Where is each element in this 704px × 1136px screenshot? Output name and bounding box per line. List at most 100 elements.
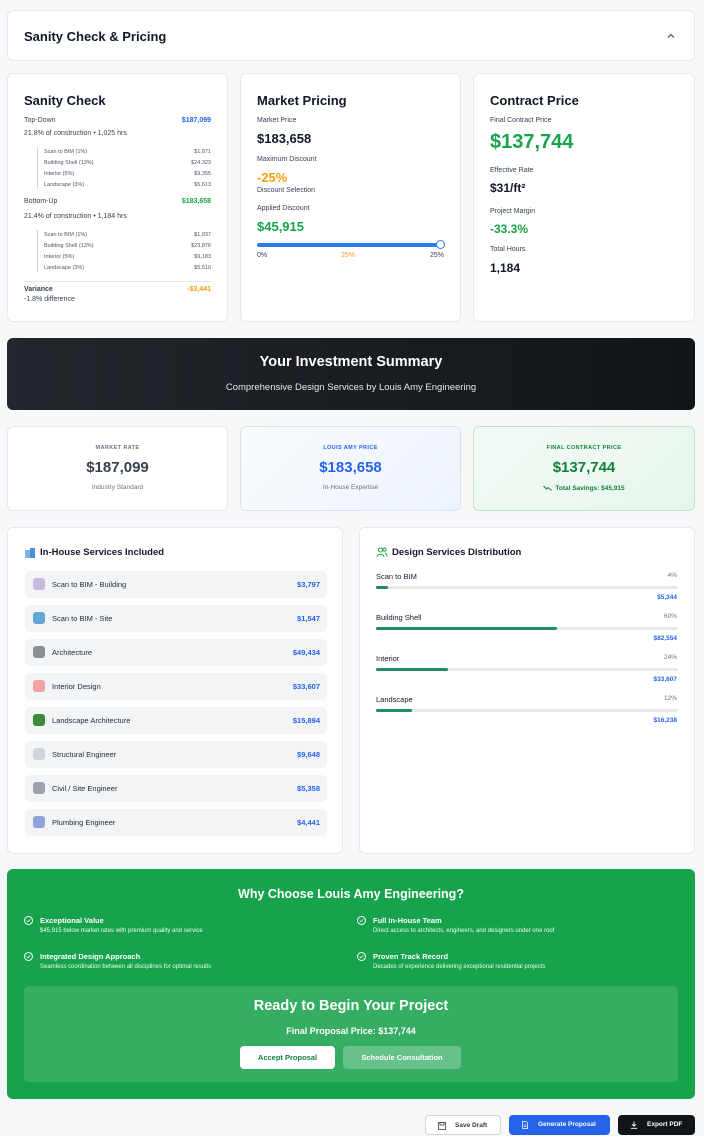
service-name: Plumbing Engineer	[52, 818, 116, 827]
effective-rate-label: Effective Rate	[490, 167, 534, 174]
service-row: Plumbing Engineer $4,441	[25, 809, 327, 836]
accept-proposal-button[interactable]: Accept Proposal	[240, 1046, 335, 1069]
top-down-value: $187,099	[181, 117, 211, 124]
check-circle-icon	[357, 916, 366, 925]
market-rate-sub: Industry Standard	[91, 484, 144, 491]
distribution-name: Building Shell	[376, 613, 422, 622]
distribution-bar	[376, 586, 389, 589]
pipe-icon	[33, 816, 45, 828]
bottom-up-label: Bottom-Up	[24, 198, 58, 205]
distribution-pct: 4%	[667, 572, 677, 579]
td-item-name: Building Shell (13%)	[44, 160, 94, 166]
applied-discount-value: $45,915	[257, 219, 304, 234]
bu-item-value: $23,876	[191, 243, 211, 249]
service-price: $49,434	[292, 648, 320, 657]
td-item-value: $1,871	[194, 149, 211, 155]
generate-proposal-button[interactable]: Generate Proposal	[509, 1115, 610, 1135]
bone-icon	[33, 748, 45, 760]
feature-title: Exceptional Value	[40, 916, 104, 925]
final-contract-price-value: $137,744	[552, 459, 616, 476]
banner-subtitle: Comprehensive Design Services by Louis A…	[225, 382, 477, 393]
td-item-name: Interior (5%)	[44, 171, 75, 177]
classical-building-icon	[33, 646, 45, 658]
market-price-value: $183,658	[257, 131, 312, 146]
bu-item-name: Scan to BIM (1%)	[44, 232, 88, 238]
variance-value: -$3,441	[187, 286, 211, 293]
service-row: Civil / Site Engineer $5,358	[25, 775, 327, 802]
market-pricing-card: Market Pricing Market Price $183,658 Max…	[240, 73, 461, 322]
market-pricing-title: Market Pricing	[257, 93, 347, 108]
check-circle-icon	[24, 916, 33, 925]
distribution-amount: $5,344	[657, 594, 677, 601]
document-icon	[522, 1121, 528, 1129]
slider-mid-label: 25%	[341, 252, 356, 259]
final-contract-label: Final Contract Price	[490, 117, 552, 124]
service-name: Structural Engineer	[52, 750, 117, 759]
slider-thumb[interactable]	[436, 240, 445, 249]
bu-item-value: $1,837	[194, 232, 211, 238]
final-contract-value: $137,744	[490, 131, 574, 153]
discount-slider[interactable]	[257, 240, 445, 249]
service-price: $33,607	[292, 682, 320, 691]
users-icon	[376, 547, 388, 558]
feature-desc: Seamless coordination between all discip…	[40, 964, 212, 970]
market-rate-label: MARKET RATE	[95, 445, 140, 451]
save-draft-button[interactable]: Save Draft	[425, 1115, 501, 1135]
schedule-consultation-button[interactable]: Schedule Consultation	[343, 1046, 461, 1069]
export-pdf-label: Export PDF	[647, 1121, 683, 1128]
total-hours-value: 1,184	[490, 261, 521, 275]
trending-down-icon	[543, 485, 553, 492]
slider-fill	[257, 243, 440, 247]
distribution-bar	[376, 668, 449, 671]
sanity-check-card: Sanity Check Top-Down $187,099 21.8% of …	[7, 73, 228, 322]
triangle-ruler-icon	[33, 782, 45, 794]
bu-item-value: $5,510	[194, 265, 211, 271]
variance-desc: -1.8% difference	[24, 296, 75, 303]
feature-title: Full In-House Team	[373, 916, 442, 925]
total-hours-label: Total Hours	[490, 246, 526, 253]
service-name: Scan to BIM - Building	[52, 580, 127, 589]
td-item-value: $24,323	[191, 160, 211, 166]
generate-proposal-label: Generate Proposal	[538, 1121, 596, 1128]
distribution-track	[376, 586, 678, 589]
contract-price-card: Contract Price Final Contract Price $137…	[473, 73, 695, 322]
slider-max-label: 25%	[429, 252, 444, 259]
chevron-up-icon[interactable]	[664, 29, 678, 43]
distribution-name: Interior	[376, 654, 400, 663]
section-title: Sanity Check & Pricing	[24, 29, 167, 44]
feature-title: Integrated Design Approach	[40, 952, 141, 961]
max-discount-value: -25%	[257, 170, 288, 185]
service-name: Scan to BIM - Site	[52, 614, 113, 623]
investment-summary-banner: Your Investment Summary Comprehensive De…	[7, 338, 695, 410]
cta-panel: Ready to Begin Your Project Final Propos…	[24, 986, 678, 1082]
check-circle-icon	[357, 952, 366, 961]
louis-amy-price-card: LOUIS AMY PRICE $183,658 In-House Expert…	[240, 426, 461, 511]
check-circle-icon	[24, 952, 33, 961]
service-price: $9,648	[297, 750, 320, 759]
market-rate-value: $187,099	[86, 459, 149, 476]
distribution-pct: 60%	[663, 613, 677, 620]
section-header[interactable]: Sanity Check & Pricing	[7, 10, 695, 61]
final-contract-price-card: FINAL CONTRACT PRICE $137,744 Total Savi…	[473, 426, 695, 511]
td-item-name: Scan to BIM (1%)	[44, 149, 88, 155]
feature-desc: Decades of experience delivering excepti…	[373, 964, 546, 970]
market-price-label: Market Price	[257, 117, 297, 124]
bottom-up-value: $183,658	[181, 198, 211, 205]
top-down-label: Top-Down	[24, 117, 56, 124]
cta-price-line: Final Proposal Price: $137,744	[286, 1026, 416, 1036]
louis-amy-price-value: $183,658	[319, 459, 382, 476]
service-row: Interior Design $33,607	[25, 673, 327, 700]
distribution-pct: 24%	[663, 654, 677, 661]
save-draft-label: Save Draft	[455, 1122, 488, 1129]
project-margin-label: Project Margin	[490, 208, 536, 215]
bu-item-value: $9,183	[194, 254, 211, 260]
discount-selection-label: Discount Selection	[257, 187, 315, 194]
distribution-track	[376, 627, 678, 630]
louis-amy-price-sub: In-House Expertise	[322, 484, 379, 491]
export-pdf-button[interactable]: Export PDF	[618, 1115, 695, 1135]
total-savings: Total Savings: $45,915	[555, 485, 625, 492]
service-price: $1,547	[297, 614, 320, 623]
distribution-title: Design Services Distribution	[392, 547, 522, 558]
feature-desc: Direct access to architects, engineers, …	[373, 928, 555, 934]
project-margin-value: -33.3%	[490, 222, 529, 236]
